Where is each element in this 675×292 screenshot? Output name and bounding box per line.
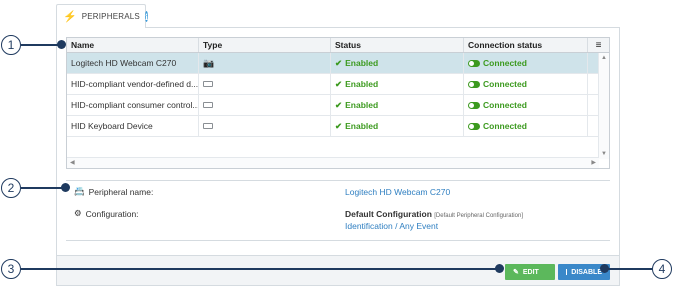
grid-header: Name Type Status Connection status ≡ [67,38,609,53]
row-type [199,95,331,115]
configuration-value: Default Configuration [Default Periphera… [345,209,523,219]
row-name: HID Keyboard Device [67,116,199,136]
check-icon: ✔ [335,99,343,110]
row-connection-status: Connected [464,95,588,115]
table-row[interactable]: Logitech HD Webcam C270 📷 ✔ Enabled Conne… [67,53,599,74]
row-status: ✔ Enabled [331,74,464,94]
configuration-label: ⚙ Configuration: [74,208,139,219]
divider [66,240,610,241]
scroll-right-icon[interactable]: ▶ [591,159,596,166]
row-type [199,74,331,94]
peripherals-grid: Name Type Status Connection status ≡ Log… [66,37,610,169]
callout-1-leader [21,44,61,46]
gears-icon: ⚙ [74,208,82,218]
toggle-icon [468,59,480,67]
callout-2-leader [21,187,63,189]
row-type [199,116,331,136]
stop-icon [566,269,568,275]
scroll-down-icon[interactable]: ▼ [601,151,607,157]
configuration-name: Default Configuration [345,209,432,219]
keyboard-icon [203,123,213,129]
configuration-note: [Default Peripheral Configuration] [434,213,523,219]
id-card-icon: 📇 [74,186,85,196]
row-connection-status: Connected [464,116,588,136]
callout-3-dot [495,264,504,273]
status-text: Enabled [345,120,379,131]
tab-label: PERIPHERALS [81,12,140,21]
status-text: Enabled [345,78,379,89]
toggle-icon [468,122,480,130]
status-text: Enabled [345,99,379,110]
row-status: ✔ Enabled [331,95,464,115]
row-connection-status: Connected [464,53,588,73]
keyboard-icon [203,102,213,108]
connection-text: Connected [483,58,527,68]
edit-button[interactable]: ✎ EDIT [505,264,555,280]
status-text: Enabled [345,57,379,68]
callout-4: 4 [652,259,672,279]
check-icon: ✔ [335,57,343,68]
connection-text: Connected [483,79,527,89]
row-connection-status: Connected [464,74,588,94]
keyboard-icon [203,81,213,87]
column-header-connection-status[interactable]: Connection status [464,38,588,52]
vertical-scrollbar[interactable]: ▲ ▼ [598,53,609,159]
divider [66,180,610,181]
peripheral-name-value[interactable]: Logitech HD Webcam C270 [345,187,450,197]
row-status: ✔ Enabled [331,53,464,73]
footer-toolbar: ✎ EDIT DISABLE [57,255,619,285]
callout-3: 3 [1,259,21,279]
callout-3-leader [21,268,499,270]
table-row[interactable]: HID-compliant vendor-defined d... ✔ Enabl… [67,74,599,95]
peripheral-name-label: 📇 Peripheral name: [74,186,154,197]
horizontal-scrollbar[interactable]: ◀ ▶ [67,157,599,168]
connection-text: Connected [483,100,527,110]
row-type: 📷 [199,53,331,73]
row-status: ✔ Enabled [331,116,464,136]
grid-body: Logitech HD Webcam C270 📷 ✔ Enabled Conne… [67,53,599,137]
tab-peripherals[interactable]: ⚡ PERIPHERALS i [56,4,148,28]
table-row[interactable]: HID-compliant consumer control... ✔ Enabl… [67,95,599,116]
check-icon: ✔ [335,78,343,89]
pencil-icon: ✎ [513,269,519,276]
check-icon: ✔ [335,120,343,131]
peripherals-panel: Name Type Status Connection status ≡ Log… [56,27,620,286]
callout-2: 2 [1,178,21,198]
scroll-left-icon[interactable]: ◀ [70,159,75,166]
camera-icon: 📷 [203,57,215,68]
configuration-link[interactable]: Identification / Any Event [345,221,438,231]
callout-4-dot [600,264,609,273]
row-name: HID-compliant consumer control... [67,95,199,115]
row-name: Logitech HD Webcam C270 [67,53,199,73]
column-header-status[interactable]: Status [331,38,464,52]
toggle-icon [468,101,480,109]
plug-icon: ⚡ [63,11,77,23]
info-icon[interactable]: i [144,11,148,22]
column-header-name[interactable]: Name [67,38,199,52]
table-row[interactable]: HID Keyboard Device ✔ Enabled Connected [67,116,599,137]
column-header-type[interactable]: Type [199,38,331,52]
toggle-icon [468,80,480,88]
column-menu-icon[interactable]: ≡ [588,38,609,52]
callout-2-dot [61,183,70,192]
connection-text: Connected [483,121,527,131]
row-name: HID-compliant vendor-defined d... [67,74,199,94]
callout-1: 1 [1,35,21,55]
scroll-up-icon[interactable]: ▲ [601,55,607,61]
callout-1-dot [57,40,66,49]
callout-4-leader [604,268,652,270]
